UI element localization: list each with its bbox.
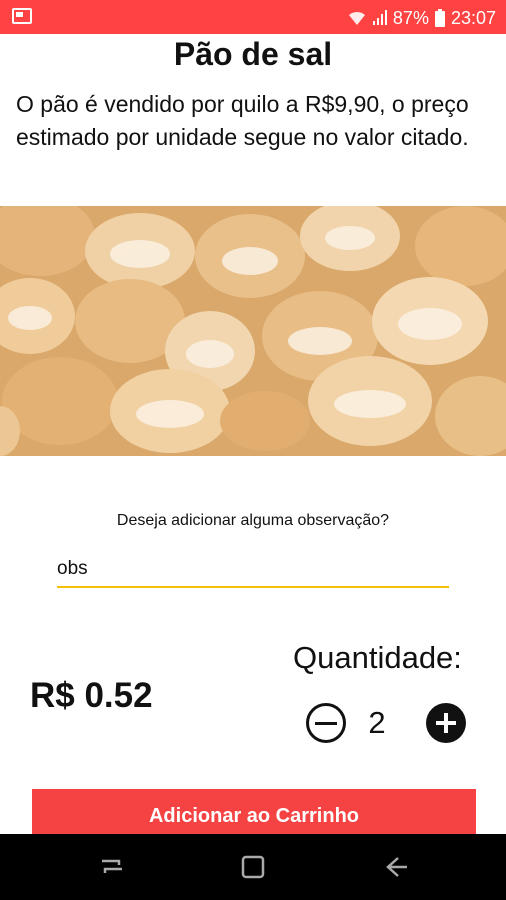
wifi-icon <box>347 10 367 26</box>
status-bar: 87% 23:07 <box>0 0 506 34</box>
increase-quantity-button[interactable] <box>426 703 466 743</box>
product-image <box>0 206 506 456</box>
price-value: R$ 0.52 <box>30 676 153 715</box>
observation-input[interactable] <box>57 552 449 588</box>
quantity-label: Quantidade: <box>293 640 462 675</box>
signal-icon <box>372 10 387 26</box>
decrease-quantity-button[interactable] <box>306 703 346 743</box>
product-title: Pão de sal <box>173 36 333 72</box>
product-description: O pão é vendido por quilo a R$9,90, o pr… <box>16 91 469 150</box>
battery-percent: 87% <box>392 7 429 28</box>
back-icon[interactable] <box>380 852 410 882</box>
quantity-value: 2 <box>368 705 386 740</box>
quantity-stepper: 2 <box>306 703 466 743</box>
add-to-cart-button[interactable]: Adicionar ao Carrinho <box>32 789 476 837</box>
navigation-bar <box>0 834 506 900</box>
notification-icon <box>12 8 32 24</box>
clock: 23:07 <box>450 7 496 28</box>
home-icon[interactable] <box>238 852 268 882</box>
battery-icon <box>434 9 445 27</box>
minus-icon <box>315 721 337 725</box>
status-icons: 87% 23:07 <box>347 7 496 29</box>
recents-icon[interactable] <box>97 852 127 882</box>
observation-label: Deseja adicionar alguma observação? <box>116 512 390 529</box>
